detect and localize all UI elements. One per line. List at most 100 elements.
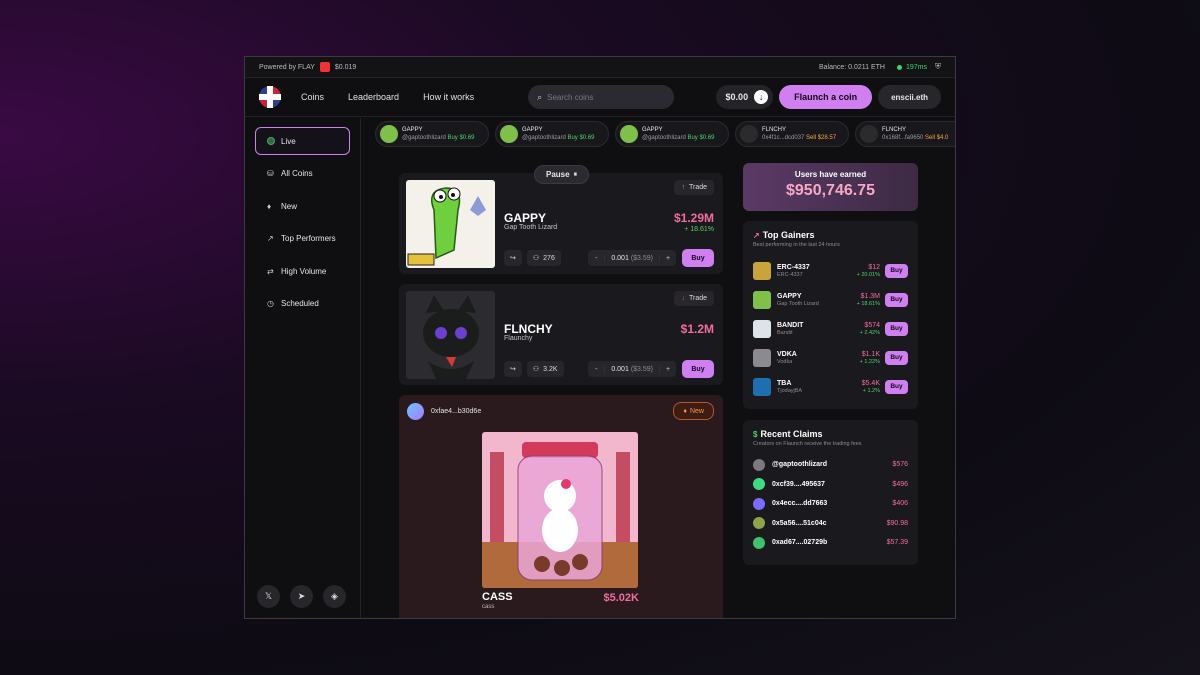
buy-button[interactable]: Buy: [682, 249, 714, 267]
earnings-label: Users have earned: [794, 170, 867, 179]
claim-amount: $496: [892, 480, 908, 488]
ping-latency: 197ms: [905, 63, 927, 71]
pause-button[interactable]: Pause ⏸: [534, 165, 590, 184]
new-coin-card[interactable]: 0xfae4...b30d6e ♦ New CASS cass $5.02K: [399, 395, 723, 618]
amount-value[interactable]: 0.001 ($3.59): [604, 254, 660, 262]
sidebar-item-top-performers[interactable]: ↗ Top Performers: [255, 225, 350, 253]
user-account-button[interactable]: enscii.eth: [878, 85, 941, 109]
gainer-sub: Bandit: [777, 330, 793, 336]
user-icon: ⚇: [532, 366, 540, 373]
sidebar-item-high-volume[interactable]: ⇄ High Volume: [255, 257, 350, 285]
ticker-item[interactable]: FLNCHY 0x4f1c...dcd037 Sell $28.57: [735, 121, 849, 147]
search-icon: ⌕: [537, 91, 543, 102]
shield-icon[interactable]: ⛨: [935, 62, 941, 72]
list-item[interactable]: @gaptoothlizard $576: [753, 455, 908, 475]
amount-value[interactable]: 0.001 ($3.59): [604, 365, 660, 373]
gappy-thumbnail: [406, 180, 495, 268]
gainer-name: BANDIT: [777, 322, 804, 329]
sidebar-item-new[interactable]: ♦ New: [255, 192, 350, 220]
coin-card-flnchy[interactable]: ↓ Trade FLNCHY Flaunchy $1.2M ↪ ⚇ 3.2K -…: [399, 284, 723, 385]
claimer-name: 0x4ecc....dd7663: [772, 500, 828, 508]
search-input[interactable]: ⌕ Search coins: [528, 85, 675, 109]
decrement-button[interactable]: -: [588, 255, 604, 262]
increment-button[interactable]: +: [660, 366, 676, 373]
ticker-item[interactable]: GAPPY @gaptoothlizard Buy $0.69: [375, 121, 489, 147]
claimer-name: 0xad67....02729b: [772, 539, 828, 547]
buy-button[interactable]: Buy: [885, 292, 908, 307]
nav-link-coins[interactable]: Coins: [301, 92, 324, 102]
sidebar-item-scheduled[interactable]: ◷ Scheduled: [255, 290, 350, 318]
gainer-price: $574: [864, 322, 880, 329]
flaunch-logo-icon[interactable]: [259, 86, 281, 108]
gainer-change: + 20.01%: [856, 272, 880, 278]
list-item[interactable]: GAPPY Gap Tooth Lizard $1.3M + 18.61% Bu…: [753, 285, 908, 314]
amount-stepper[interactable]: - 0.001 ($3.59) +: [588, 250, 676, 266]
ticker-item[interactable]: GAPPY @gaptoothlizard Buy $0.69: [615, 121, 729, 147]
amount-stepper[interactable]: - 0.001 ($3.59) +: [588, 361, 676, 377]
nav-link-leaderboard[interactable]: Leaderboard: [348, 92, 399, 102]
avatar: [753, 536, 765, 549]
increment-button[interactable]: +: [660, 255, 676, 262]
nav-link-how-it-works[interactable]: How it works: [423, 92, 474, 102]
ticker-user: @gaptoothlizard: [642, 135, 686, 141]
live-dot-icon: [267, 137, 275, 145]
buy-button[interactable]: Buy: [885, 350, 908, 365]
coin-card-gappy[interactable]: ↑ Trade GAPPY Gap Tooth Lizard $1.29M + …: [399, 173, 723, 274]
holders-value: 3.2K: [543, 365, 558, 373]
trade-ticker: GAPPY @gaptoothlizard Buy $0.69 GAPPY @g…: [375, 121, 955, 149]
list-item[interactable]: BANDIT Bandit $574 + 2.42% Buy: [753, 314, 908, 343]
share-button[interactable]: ↪: [504, 361, 522, 377]
holders-count: ⚇ 3.2K: [526, 361, 564, 377]
layers-icon[interactable]: ◈: [323, 585, 346, 608]
buy-button[interactable]: Buy: [885, 379, 908, 394]
coin-market-cap: $1.2M: [680, 322, 714, 336]
list-item[interactable]: VDKA Vodka $1.1K + 1.22% Buy: [753, 343, 908, 372]
list-item[interactable]: 0x4ecc....dd7663 $406: [753, 494, 908, 514]
ticker-user: @gaptoothlizard: [402, 135, 446, 141]
creator-address[interactable]: 0xfae4...b30d6e: [407, 403, 481, 420]
x-icon[interactable]: 𝕏: [257, 585, 280, 608]
avatar: [753, 458, 765, 471]
trade-button[interactable]: ↓ Trade: [674, 291, 714, 306]
buy-button[interactable]: Buy: [885, 321, 908, 336]
ticker-item[interactable]: GAPPY @gaptoothlizard Buy $0.69: [495, 121, 609, 147]
balance-button[interactable]: $0.00 ↓: [715, 85, 774, 109]
list-item[interactable]: TBA TjodayjBA $5.4K + 1.2% Buy: [753, 372, 908, 401]
coin-market-cap: $5.02K: [603, 592, 639, 604]
trend-up-icon: ↗: [753, 230, 760, 240]
coin-change: + 18.61%: [684, 226, 714, 233]
ticker-item[interactable]: FLNCHY 0x168f...fa9650 Sell $4.0: [855, 121, 955, 147]
sidebar-item-all-coins[interactable]: ⛁ All Coins: [255, 160, 350, 188]
holders-value: 276: [543, 254, 555, 262]
flnchy-thumbnail: [406, 291, 495, 379]
dollar-icon: $: [753, 429, 758, 439]
sidebar-item-label: Live: [281, 136, 296, 146]
claim-amount: $406: [892, 500, 908, 508]
gainer-change: + 18.61%: [856, 301, 880, 307]
trade-label: Trade: [688, 184, 707, 191]
flame-icon: ♦: [267, 201, 272, 211]
gainer-price: $1.1K: [861, 351, 880, 358]
share-button[interactable]: ↪: [504, 250, 522, 266]
buy-button[interactable]: Buy: [885, 263, 908, 278]
list-item[interactable]: 0x5a56....51c04c $90.98: [753, 514, 908, 534]
earnings-amount: $950,746.75: [786, 182, 875, 199]
sidebar-item-label: All Coins: [281, 169, 313, 178]
list-item[interactable]: 0xad67....02729b $57.39: [753, 533, 908, 553]
trade-button[interactable]: ↑ Trade: [674, 180, 714, 195]
avatar: [740, 125, 758, 143]
recent-claims-title: Recent Claims: [760, 429, 823, 439]
flay-logo-icon: [319, 62, 330, 72]
coin-feed: Pause ⏸ ↑ Trade GAPPY Gap Tooth Lizard $…: [399, 165, 723, 618]
gainer-change: + 1.2%: [862, 388, 880, 394]
avatar: [380, 125, 398, 143]
buy-button[interactable]: Buy: [682, 360, 714, 378]
recent-claims-desc: Creators on Flaunch receive the trading …: [753, 441, 862, 447]
decrement-button[interactable]: -: [588, 366, 604, 373]
telegram-icon[interactable]: ➤: [290, 585, 313, 608]
sidebar-item-live[interactable]: Live: [255, 127, 350, 155]
flaunch-coin-button[interactable]: Flaunch a coin: [779, 85, 873, 109]
ticker-coin: GAPPY: [402, 127, 423, 133]
list-item[interactable]: 0xcf39....495637 $496: [753, 475, 908, 495]
list-item[interactable]: ERC-4337 ERC-4337 $12 + 20.01% Buy: [753, 256, 908, 285]
